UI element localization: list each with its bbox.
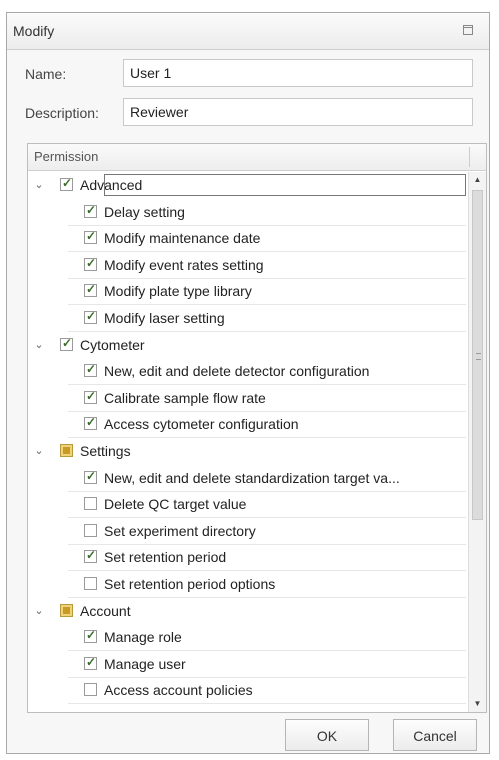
permission-label: Modify laser setting xyxy=(104,310,225,326)
permission-tree: ⌄Advanced Delay setting Modify maintenance… xyxy=(28,172,466,712)
collapse-chevron-icon[interactable]: ⌄ xyxy=(34,605,44,616)
permission-checkbox[interactable] xyxy=(84,282,97,298)
permission-group-row[interactable]: ⌄ Account xyxy=(28,598,466,625)
collapse-chevron-icon[interactable]: ⌄ xyxy=(34,446,44,457)
permission-checkbox[interactable] xyxy=(84,229,97,245)
modify-dialog: Modify Name: Description: Permission ⌄Ad… xyxy=(6,12,490,754)
permission-label: Modify maintenance date xyxy=(104,230,261,247)
permission-label: Modify plate type library xyxy=(104,283,252,300)
permission-checkbox[interactable] xyxy=(84,362,97,378)
permission-checkbox[interactable] xyxy=(60,444,73,457)
permission-item-row[interactable]: Modify maintenance date xyxy=(28,225,466,253)
ok-button[interactable]: OK xyxy=(285,719,369,751)
permission-label: Access account policies xyxy=(104,682,253,699)
permission-item-row[interactable]: Set experiment directory xyxy=(28,518,466,545)
permission-checkbox[interactable] xyxy=(60,176,73,191)
permission-header-label: Permission xyxy=(34,149,99,164)
scroll-thumb[interactable] xyxy=(472,190,483,520)
permission-label: Delay setting xyxy=(104,203,185,220)
permission-group-row[interactable]: ⌄Advanced xyxy=(28,172,466,199)
permission-checkbox[interactable] xyxy=(84,683,97,697)
collapse-chevron-icon[interactable]: ⌄ xyxy=(34,180,44,191)
permission-checkbox[interactable] xyxy=(84,577,97,590)
permission-label: Calibrate sample flow rate xyxy=(104,389,266,406)
permission-checkbox[interactable] xyxy=(84,389,97,404)
scroll-down-arrow-icon[interactable]: ▼ xyxy=(469,696,486,712)
column-separator xyxy=(469,147,470,167)
description-input[interactable] xyxy=(123,98,473,126)
permission-label: Delete QC target value xyxy=(104,496,247,513)
permission-item-row[interactable]: Access account policies xyxy=(28,677,466,705)
permission-item-row[interactable]: Modify plate type library xyxy=(28,278,466,306)
permission-item-row[interactable]: Delay setting xyxy=(28,199,466,226)
permission-label: Set retention period options xyxy=(104,576,276,592)
permission-label: Manage role xyxy=(104,629,182,646)
permission-checkbox[interactable] xyxy=(84,469,97,484)
name-input[interactable] xyxy=(123,59,473,87)
permission-checkbox[interactable] xyxy=(84,628,97,644)
permission-checkbox[interactable] xyxy=(84,256,97,271)
permission-checkbox[interactable] xyxy=(60,603,73,617)
permission-checkbox[interactable] xyxy=(84,548,97,564)
permission-checkbox[interactable] xyxy=(84,655,97,670)
grip-icon xyxy=(476,353,481,360)
name-label: Name: xyxy=(25,66,67,82)
permission-label: Set retention period xyxy=(104,549,227,566)
permission-item-row[interactable]: Modify laser setting xyxy=(28,305,466,332)
scroll-up-arrow-icon[interactable]: ▲ xyxy=(469,172,486,188)
vertical-scrollbar[interactable]: ▲ ▼ xyxy=(468,172,486,712)
permission-item-row[interactable]: New, edit and delete standardization tar… xyxy=(28,465,466,492)
permission-label: Modify event rates setting xyxy=(104,256,264,273)
permission-checkbox[interactable] xyxy=(84,309,97,324)
permission-checkbox[interactable] xyxy=(84,523,97,537)
permission-item-row[interactable]: Set retention period xyxy=(28,544,466,572)
collapse-chevron-icon[interactable]: ⌄ xyxy=(34,339,44,350)
permission-checkbox[interactable] xyxy=(60,336,73,351)
permission-label: Manage user xyxy=(104,655,186,672)
permission-item-row[interactable]: New, edit and delete detector configurat… xyxy=(28,358,466,386)
dialog-title: Modify xyxy=(13,23,55,39)
permission-label: Access cytometer configuration xyxy=(104,416,299,433)
cancel-button[interactable]: Cancel xyxy=(393,719,477,751)
permission-checkbox[interactable] xyxy=(84,203,97,218)
permission-label: Set experiment directory xyxy=(104,522,256,539)
permission-item-row[interactable]: Modify event rates setting xyxy=(28,252,466,279)
permission-item-row[interactable]: Set retention period options xyxy=(28,571,466,598)
permission-group-row[interactable]: ⌄ Cytometer xyxy=(28,332,466,359)
permission-label: Account xyxy=(80,602,131,619)
permission-item-row[interactable]: Delete QC target value xyxy=(28,491,466,519)
row-divider xyxy=(68,703,466,705)
permission-group-row[interactable]: ⌄ Settings xyxy=(28,438,466,465)
maximize-icon[interactable] xyxy=(463,25,473,35)
description-label: Description: xyxy=(25,105,99,121)
focus-outline xyxy=(104,174,466,196)
permission-checkbox[interactable] xyxy=(84,415,97,431)
permission-item-row[interactable]: Manage role xyxy=(28,624,466,652)
permission-label: New, edit and delete standardization tar… xyxy=(104,469,400,486)
permission-item-row[interactable]: Calibrate sample flow rate xyxy=(28,385,466,412)
permission-item-row[interactable]: Access cytometer configuration xyxy=(28,411,466,439)
permission-item-row[interactable]: Manage user xyxy=(28,651,466,678)
permission-checkbox[interactable] xyxy=(84,497,97,511)
title-bar[interactable]: Modify xyxy=(7,13,489,50)
permission-header: Permission xyxy=(28,144,486,171)
permission-label: Settings xyxy=(80,443,131,459)
permission-panel: Permission ⌄Advanced Delay setting Modify … xyxy=(27,143,487,713)
permission-label: Cytometer xyxy=(80,336,145,353)
permission-label: New, edit and delete detector configurat… xyxy=(104,363,370,380)
